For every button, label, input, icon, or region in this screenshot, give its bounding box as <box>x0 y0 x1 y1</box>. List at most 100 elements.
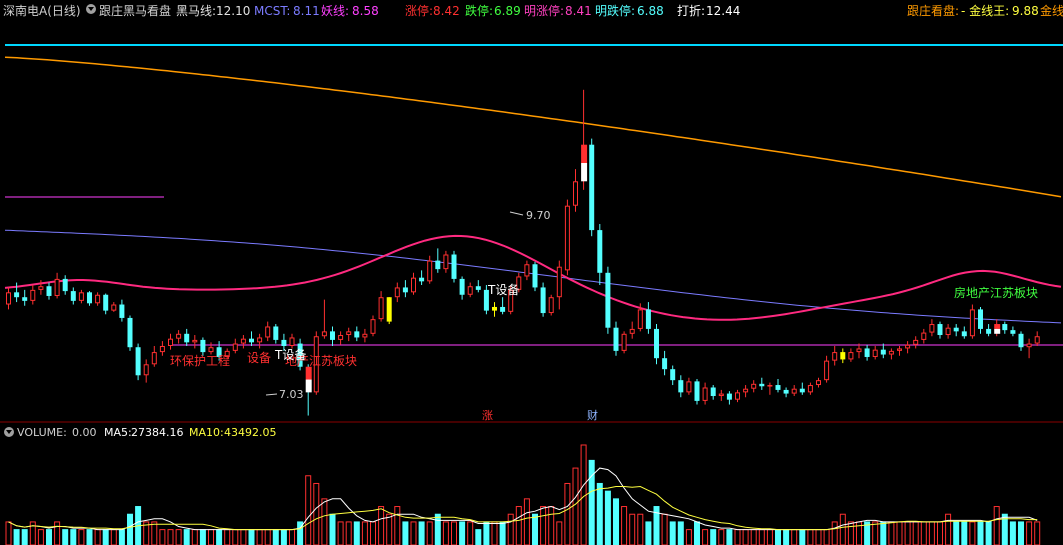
candle[interactable] <box>1002 321 1008 334</box>
candle[interactable] <box>702 382 708 405</box>
candle[interactable] <box>645 302 651 334</box>
candle[interactable] <box>524 260 530 281</box>
candle[interactable] <box>435 248 441 273</box>
candle[interactable] <box>548 294 554 316</box>
candle[interactable] <box>54 272 60 299</box>
candle[interactable] <box>848 348 854 362</box>
candle[interactable] <box>62 275 68 295</box>
candle[interactable] <box>791 385 797 397</box>
candle[interactable] <box>540 282 546 317</box>
candle[interactable] <box>532 261 538 292</box>
candle[interactable] <box>95 292 101 306</box>
candle[interactable] <box>888 348 894 360</box>
candle[interactable] <box>459 276 465 300</box>
candle[interactable] <box>119 299 125 322</box>
candle[interactable] <box>581 89 588 190</box>
candle[interactable] <box>451 250 457 283</box>
candle[interactable] <box>22 289 28 306</box>
candle[interactable] <box>743 385 749 398</box>
candle[interactable] <box>1010 326 1016 337</box>
candle[interactable] <box>961 326 967 339</box>
candle[interactable] <box>807 382 813 395</box>
candle[interactable] <box>6 287 11 310</box>
candle[interactable] <box>321 299 327 339</box>
candle[interactable] <box>168 333 173 350</box>
candle[interactable] <box>929 319 935 337</box>
candle[interactable] <box>46 282 52 300</box>
candle[interactable] <box>78 289 84 304</box>
candle[interactable] <box>978 306 983 334</box>
candle[interactable] <box>564 199 570 276</box>
candle[interactable] <box>872 346 878 360</box>
volume-dropdown-icon[interactable] <box>4 427 14 437</box>
candle[interactable] <box>103 293 109 315</box>
candle[interactable] <box>87 291 92 306</box>
candle[interactable] <box>370 315 376 337</box>
candle[interactable] <box>176 330 182 344</box>
candle[interactable] <box>378 291 384 322</box>
candle[interactable] <box>386 297 392 325</box>
candle[interactable] <box>678 375 684 398</box>
candle[interactable] <box>710 385 716 400</box>
candle[interactable] <box>346 327 352 342</box>
candle[interactable] <box>921 328 927 344</box>
candle[interactable] <box>953 324 959 337</box>
candle[interactable] <box>14 282 20 303</box>
candle[interactable] <box>735 389 740 403</box>
candle[interactable] <box>662 350 668 376</box>
candle[interactable] <box>249 331 254 346</box>
candle[interactable] <box>597 224 603 285</box>
candle[interactable] <box>257 333 263 349</box>
candle[interactable] <box>726 391 732 405</box>
candle[interactable] <box>986 324 992 337</box>
candle[interactable] <box>143 359 149 383</box>
candle[interactable] <box>613 321 619 356</box>
candle[interactable] <box>945 324 951 339</box>
candle[interactable] <box>897 346 902 356</box>
candle[interactable] <box>289 333 295 349</box>
candle[interactable] <box>799 382 805 395</box>
candle[interactable] <box>718 389 724 401</box>
candle[interactable] <box>856 343 862 359</box>
candle[interactable] <box>1026 338 1032 359</box>
candle[interactable] <box>937 321 943 339</box>
candle[interactable] <box>443 250 449 273</box>
candle[interactable] <box>880 343 886 359</box>
candle[interactable] <box>111 302 117 312</box>
candle[interactable] <box>151 346 157 367</box>
candle[interactable] <box>654 324 659 365</box>
candle[interactable] <box>200 337 206 356</box>
candle[interactable] <box>70 287 76 305</box>
candle[interactable] <box>767 382 773 395</box>
candle[interactable] <box>30 285 36 305</box>
candle[interactable] <box>354 326 360 342</box>
candle[interactable] <box>994 319 1001 337</box>
candle[interactable] <box>240 335 246 349</box>
candle[interactable] <box>500 297 506 315</box>
candle[interactable] <box>135 343 141 381</box>
candle[interactable] <box>338 331 344 345</box>
candle[interactable] <box>305 364 312 416</box>
candle[interactable] <box>840 348 846 364</box>
candle[interactable] <box>775 378 781 393</box>
candle[interactable] <box>629 321 635 339</box>
candle[interactable] <box>605 266 611 334</box>
candle[interactable] <box>394 282 400 303</box>
candle[interactable] <box>411 272 416 295</box>
candle[interactable] <box>330 326 335 346</box>
candle[interactable] <box>467 282 473 298</box>
volume-chart[interactable] <box>0 440 1063 545</box>
candle[interactable] <box>159 341 165 356</box>
candle[interactable] <box>232 338 238 354</box>
candle[interactable] <box>751 380 757 393</box>
candle[interactable] <box>419 270 425 285</box>
candle[interactable] <box>573 169 578 212</box>
candle[interactable] <box>1034 331 1040 346</box>
candle[interactable] <box>556 260 562 310</box>
candle[interactable] <box>589 138 595 237</box>
candle[interactable] <box>621 331 627 354</box>
candle[interactable] <box>694 378 700 405</box>
candle[interactable] <box>969 304 975 339</box>
price-chart[interactable]: 9.70 7.03 环保护工程 设备 地产江苏板块 T设备 T设备 房地产江苏板… <box>0 0 1063 424</box>
candle[interactable] <box>492 302 497 317</box>
